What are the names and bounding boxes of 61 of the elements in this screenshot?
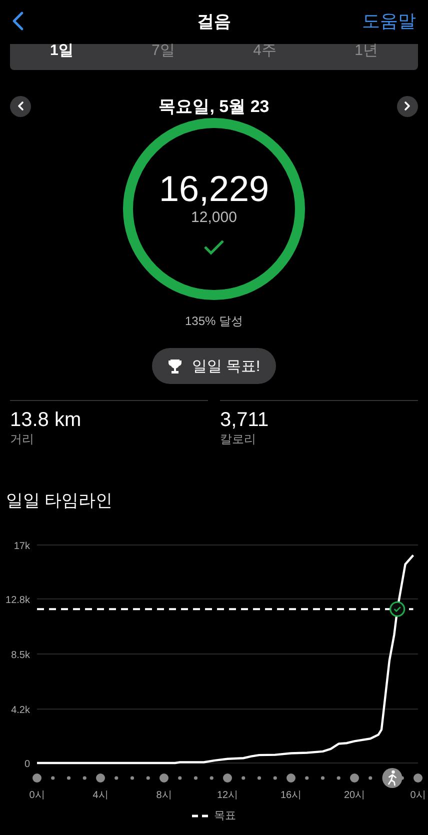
trophy-icon [168,358,182,374]
step-count: 16,229 [158,169,270,209]
period-tab[interactable]: 4주 [253,44,276,58]
x-axis-label: 12시 [216,790,238,801]
hour-dot [130,776,134,780]
hour-dot [66,776,71,780]
hour-dot [114,776,118,780]
hour-dot [146,776,150,780]
stat-label: 칼로리 [220,431,257,447]
hour-dot [320,776,325,780]
hour-dot [32,774,42,782]
hour-dot [242,776,246,780]
x-axis-label: 16시 [280,790,302,801]
x-axis-label: 8시 [156,790,172,801]
y-axis-label: 8.5k [11,650,30,661]
hour-dot [257,776,262,780]
period-tab[interactable]: 7일 [152,44,175,58]
y-axis-label: 4.2k [11,705,30,716]
previous-day-button[interactable] [10,96,31,116]
hour-dot [178,776,182,780]
hour-dot [82,776,86,780]
hour-dot [336,776,340,780]
step-goal: 12,000 [191,209,237,227]
chevron-icon [16,101,24,111]
stat-value: 3,711 [220,409,270,431]
legend-label: 목표 [214,809,236,823]
help-link[interactable]: 도움말 [362,9,416,33]
hour-dot [368,776,372,780]
hour-dot [305,776,309,780]
hour-dot [210,776,214,780]
hour-dot [350,774,359,782]
x-axis-label: 4시 [92,790,108,801]
period-tab[interactable]: 1일 [50,44,74,58]
hour-dot [400,776,404,780]
x-axis-label: 0시 [410,790,426,801]
y-axis-label: 17k [14,541,30,552]
section-title: 일일 타임라인 [6,490,114,512]
dashed-line-icon [192,814,208,818]
hour-dot [223,774,232,782]
screen-title: 걸음 [197,10,231,32]
hour-dot [51,776,55,780]
daily-goal-button[interactable]: 일일 목표! [152,348,276,384]
period-tab[interactable]: 1년 [354,44,378,58]
back-button[interactable] [12,10,26,32]
hour-dot [160,774,168,782]
y-axis-label: 0 [24,759,30,770]
stat-label: 거리 [10,431,35,447]
x-axis-label: 20시 [344,790,366,801]
chevron-icon [403,101,412,111]
hour-dot [96,774,105,782]
x-axis-label: 0시 [29,790,45,801]
y-axis-label: 12.8k [6,594,30,606]
hour-dot [273,776,277,780]
date-label: 목요일, 5월 23 [158,96,270,118]
next-day-button[interactable] [396,96,418,116]
hour-dot [194,776,198,780]
stat-value: 13.8 km [10,409,82,431]
achievement-text: 135% 달성 [184,313,244,330]
hour-dot [286,774,296,782]
walking-icon [382,768,402,788]
hour-dot [414,774,422,782]
